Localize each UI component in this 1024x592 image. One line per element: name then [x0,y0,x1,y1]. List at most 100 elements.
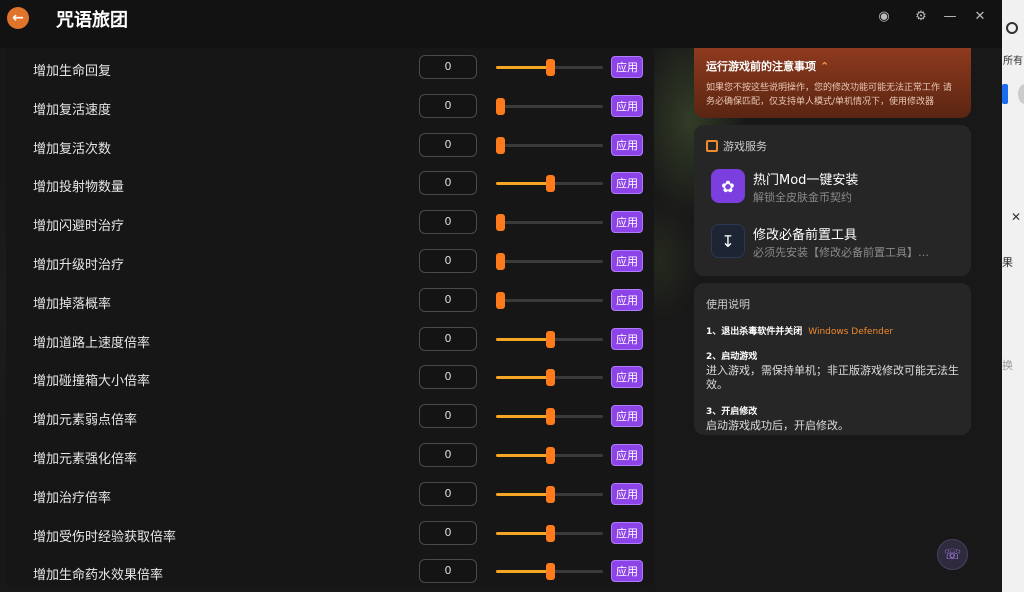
slider-thumb[interactable] [545,408,555,426]
cheat-slider[interactable] [496,136,603,154]
step-body: 启动游戏成功后，开启修改。 [706,419,849,432]
apply-button[interactable]: 应用 [611,94,643,117]
strip-text: 所有 [1003,56,1023,67]
cheat-label: 增加复活次数 [33,141,112,157]
slider-fill [496,376,550,380]
service-item-mod-install[interactable]: ✿ 热门Mod一键安装 解锁全皮肤金币契约 [711,169,961,209]
cheat-label: 增加闪避时治疗 [33,219,125,235]
cheat-slider[interactable] [496,408,603,426]
cheat-slider[interactable] [496,447,603,464]
apply-button[interactable]: 应用 [611,521,643,544]
apply-button[interactable]: 应用 [611,250,643,272]
slider-thumb[interactable] [496,253,505,270]
cheat-list-panel: 增加生命回复 0 应用 增加复活速度 0 应用 增加复活次数 0 应用 增加投射物数量 0 应用 增加闪… [6,48,654,588]
apply-button[interactable]: 应用 [611,288,643,311]
cheat-value-input[interactable]: 0 [419,326,477,351]
settings-icon[interactable]: ⚙ [913,8,929,24]
slider-thumb[interactable] [545,485,555,503]
headset-icon[interactable]: ☏ [937,539,968,570]
cheat-label: 增加复活速度 [33,102,112,118]
usage-step: 1、退出杀毒软件并关闭 Windows Defender [706,324,959,337]
game-services-card: 游戏服务 ✿ 热门Mod一键安装 解锁全皮肤金币契约 ↧ 修改必备前置工具 必须… [694,125,971,276]
back-arrow-icon[interactable]: ← [7,7,29,29]
slider-thumb[interactable] [545,369,555,387]
slider-thumb[interactable] [496,136,505,154]
cheat-value-input[interactable]: 0 [419,559,477,584]
slider-thumb[interactable] [545,447,555,464]
cheat-value-input[interactable]: 0 [419,404,477,429]
cheat-slider[interactable] [496,369,603,387]
apply-button[interactable]: 应用 [611,211,643,234]
slider-thumb[interactable] [496,97,505,115]
apply-button[interactable]: 应用 [611,56,643,78]
slider-thumb[interactable] [545,59,555,76]
minimize-icon[interactable]: — [942,8,958,24]
collapse-icon[interactable]: ✕ [972,8,988,24]
apply-button[interactable]: 应用 [611,366,643,389]
cheat-value-input[interactable]: 0 [419,481,477,506]
usage-instructions-card: 使用说明 1、退出杀毒软件并关闭 Windows Defender 2、启动游戏 … [694,283,971,435]
apply-button[interactable]: 应用 [611,482,643,505]
apply-button[interactable]: 应用 [611,133,643,156]
cheat-row: 增加道路上速度倍率 0 应用 [6,323,654,362]
slider-thumb[interactable] [545,563,555,581]
slider-thumb[interactable] [545,175,555,193]
cheat-row: 增加复活速度 0 应用 [6,90,654,129]
slider-thumb[interactable] [496,291,505,309]
cheat-slider[interactable] [496,524,603,542]
title-bar: ← 咒语旅团 ◉ ⚙ — ✕ [0,0,1002,48]
slider-fill [496,454,550,457]
cheat-slider[interactable] [496,214,603,232]
cheat-slider[interactable] [496,97,603,115]
slider-fill [496,415,550,419]
apply-button[interactable]: 应用 [611,560,643,583]
cheat-row: 增加生命回复 0 应用 [6,51,654,90]
cheat-slider[interactable] [496,59,603,76]
cheat-label: 增加投射物数量 [33,180,125,196]
cheat-value-input[interactable]: 0 [419,132,477,157]
notice-title[interactable]: 运行游戏前的注意事项 ⌃ [706,58,959,74]
usage-step: 3、开启修改 启动游戏成功后，开启修改。 [706,404,959,433]
cheat-row: 增加升级时治疗 0 应用 [6,245,654,284]
apply-button[interactable]: 应用 [611,405,643,428]
cheat-slider[interactable] [496,330,603,348]
app-title: 咒语旅团 [56,10,128,31]
apply-button[interactable]: 应用 [611,327,643,350]
step-heading: 1、退出杀毒软件并关闭 [706,327,803,337]
service-subtitle: 解锁全皮肤金币契约 [753,191,852,204]
cheat-value-input[interactable]: 0 [419,93,477,118]
mod-flower-icon: ✿ [711,169,745,203]
apply-button[interactable]: 应用 [611,444,643,466]
apply-button[interactable]: 应用 [611,172,643,195]
strip-text: 果 [1002,256,1013,269]
close-icon: ✕ [1011,210,1022,224]
account-icon[interactable]: ◉ [876,8,892,24]
cheat-value-input[interactable]: 0 [419,520,477,545]
cheat-slider[interactable] [496,291,603,309]
cheat-label: 增加升级时治疗 [33,258,125,273]
service-item-prereq-tool[interactable]: ↧ 修改必备前置工具 必须先安装【修改必备前置工具】… [711,224,961,264]
cheat-value-input[interactable]: 0 [419,249,477,273]
cheat-slider[interactable] [496,175,603,193]
slider-thumb[interactable] [545,524,555,542]
cheat-label: 增加生命药水效果倍率 [33,568,164,584]
strip-accent [1002,84,1008,104]
cheat-slider[interactable] [496,563,603,581]
slider-thumb[interactable] [545,330,555,348]
cheat-value-input[interactable]: 0 [419,210,477,235]
slider-thumb[interactable] [496,214,505,232]
cheat-value-input[interactable]: 0 [419,287,477,312]
services-header: 游戏服务 [706,138,767,154]
step-highlight: Windows Defender [808,327,894,337]
cheat-label: 增加碰撞箱大小倍率 [33,374,151,390]
user-icon [1006,22,1018,34]
cheat-label: 增加受伤时经验获取倍率 [33,529,177,545]
cheat-slider[interactable] [496,485,603,503]
cheat-value-input[interactable]: 0 [419,171,477,196]
usage-title: 使用说明 [706,298,750,311]
cheat-value-input[interactable]: 0 [419,365,477,390]
cheat-value-input[interactable]: 0 [419,443,477,467]
cheat-slider[interactable] [496,253,603,270]
cheat-value-input[interactable]: 0 [419,55,477,79]
background-window-strip: 所有 ✕ 果 换 [1002,0,1024,592]
